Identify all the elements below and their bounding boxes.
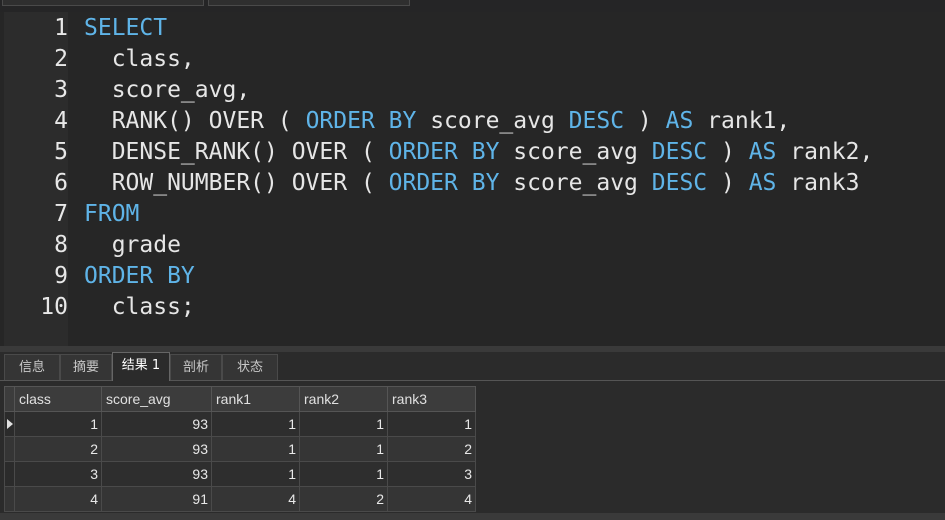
row-selector[interactable] <box>4 436 15 462</box>
line-number: 3 <box>54 77 68 103</box>
line-number-gutter: 1 2 3 4 5 6 7 8 9 10 <box>4 12 68 346</box>
table-cell[interactable]: 1 <box>299 411 388 437</box>
table-cell[interactable]: 93 <box>101 461 212 487</box>
line-number: 4 <box>54 108 68 134</box>
code-text: rank2, <box>776 139 874 165</box>
table-row[interactable]: 2 93 1 1 2 <box>4 436 476 462</box>
code-line: DENSE_RANK() OVER ( ORDER BY score_avg D… <box>84 137 874 168</box>
code-line: grade <box>84 230 181 261</box>
sql-keyword: AS <box>748 170 777 196</box>
table-row[interactable]: 1 93 1 1 1 <box>4 411 476 437</box>
column-header[interactable]: score_avg <box>101 386 212 412</box>
tab-info[interactable]: 信息 <box>4 354 60 380</box>
table-cell[interactable]: 1 <box>387 411 476 437</box>
column-header[interactable]: rank3 <box>387 386 476 412</box>
sql-keyword: AS <box>748 139 777 165</box>
tab-summary[interactable]: 摘要 <box>60 354 112 380</box>
line-number: 7 <box>54 201 68 227</box>
code-text: DENSE_RANK() OVER ( <box>84 139 389 165</box>
line-number: 6 <box>54 170 68 196</box>
table-cell[interactable]: 1 <box>211 411 300 437</box>
current-row-icon <box>6 419 13 429</box>
editor-tab[interactable] <box>208 0 410 6</box>
code-line: class; <box>84 292 195 323</box>
result-grid: class score_avg rank1 rank2 rank3 1 93 1… <box>4 386 476 512</box>
code-text: RANK() OVER ( <box>84 108 306 134</box>
column-header[interactable]: rank2 <box>299 386 388 412</box>
result-grid-area: class score_avg rank1 rank2 rank3 1 93 1… <box>0 381 945 520</box>
code-text: score_avg <box>499 139 652 165</box>
code-line: FROM <box>84 199 139 230</box>
code-text: grade <box>84 232 181 258</box>
code-line: class, <box>84 44 195 75</box>
table-cell[interactable]: 93 <box>101 411 212 437</box>
table-cell[interactable]: 93 <box>101 436 212 462</box>
code-text: class, <box>84 46 195 72</box>
table-cell[interactable]: 1 <box>299 461 388 487</box>
line-number: 8 <box>54 232 68 258</box>
column-header[interactable]: rank1 <box>211 386 300 412</box>
sql-keyword: DESC <box>651 139 708 165</box>
code-text: score_avg <box>499 170 652 196</box>
sql-keyword: ORDER BY <box>388 139 500 165</box>
code-text: score_avg, <box>84 77 251 103</box>
row-selector[interactable] <box>4 411 15 437</box>
code-line: score_avg, <box>84 75 250 106</box>
table-cell[interactable]: 1 <box>14 411 102 437</box>
code-text: ) <box>707 139 749 165</box>
sql-keyword: DESC <box>568 108 625 134</box>
row-selector[interactable] <box>4 486 15 512</box>
row-selector-header <box>4 386 15 412</box>
line-number: 2 <box>54 46 68 72</box>
sql-keyword: DESC <box>651 170 708 196</box>
code-text: rank1, <box>693 108 791 134</box>
code-line: RANK() OVER ( ORDER BY score_avg DESC ) … <box>84 106 791 137</box>
editor-tab[interactable] <box>2 0 204 6</box>
code-text: ) <box>624 108 666 134</box>
tab-result-1[interactable]: 结果 1 <box>112 352 170 381</box>
sql-keyword: ORDER BY <box>84 263 195 289</box>
table-cell[interactable]: 1 <box>299 436 388 462</box>
table-cell[interactable]: 2 <box>299 486 388 512</box>
sql-keyword: ORDER BY <box>305 108 417 134</box>
line-number: 9 <box>54 263 68 289</box>
table-cell[interactable]: 4 <box>211 486 300 512</box>
line-number: 1 <box>54 15 68 41</box>
code-line: ORDER BY <box>84 261 195 292</box>
result-tabs: 信息 摘要 结果 1 剖析 状态 <box>0 352 945 381</box>
table-cell[interactable]: 2 <box>14 436 102 462</box>
line-number: 10 <box>40 294 68 320</box>
sql-keyword: ORDER BY <box>388 170 500 196</box>
code-text: rank3 <box>776 170 860 196</box>
table-cell[interactable]: 3 <box>387 461 476 487</box>
code-text: ROW_NUMBER() OVER ( <box>84 170 389 196</box>
code-text: class; <box>84 294 195 320</box>
tab-status[interactable]: 状态 <box>222 354 278 380</box>
code-text: score_avg <box>416 108 569 134</box>
table-cell[interactable]: 2 <box>387 436 476 462</box>
sql-editor[interactable]: 1 2 3 4 5 6 7 8 9 10 SELECT class, score… <box>0 12 945 346</box>
code-line: ROW_NUMBER() OVER ( ORDER BY score_avg D… <box>84 168 860 199</box>
sql-keyword: FROM <box>84 201 140 227</box>
table-row[interactable]: 3 93 1 1 3 <box>4 461 476 487</box>
sql-keyword: AS <box>665 108 694 134</box>
table-cell[interactable]: 4 <box>14 486 102 512</box>
sql-keyword: SELECT <box>84 15 168 41</box>
code-line: SELECT <box>84 13 167 44</box>
table-cell[interactable]: 3 <box>14 461 102 487</box>
column-header[interactable]: class <box>14 386 102 412</box>
status-strip <box>0 513 945 520</box>
line-number: 5 <box>54 139 68 165</box>
code-area[interactable]: SELECT class, score_avg, RANK() OVER ( O… <box>68 12 945 346</box>
table-cell[interactable]: 91 <box>101 486 212 512</box>
table-cell[interactable]: 4 <box>387 486 476 512</box>
table-row[interactable]: 4 91 4 2 4 <box>4 486 476 512</box>
row-selector[interactable] <box>4 461 15 487</box>
table-cell[interactable]: 1 <box>211 461 300 487</box>
code-text: ) <box>707 170 749 196</box>
editor-tab-strip <box>0 0 945 12</box>
tab-profile[interactable]: 剖析 <box>170 354 222 380</box>
table-cell[interactable]: 1 <box>211 436 300 462</box>
